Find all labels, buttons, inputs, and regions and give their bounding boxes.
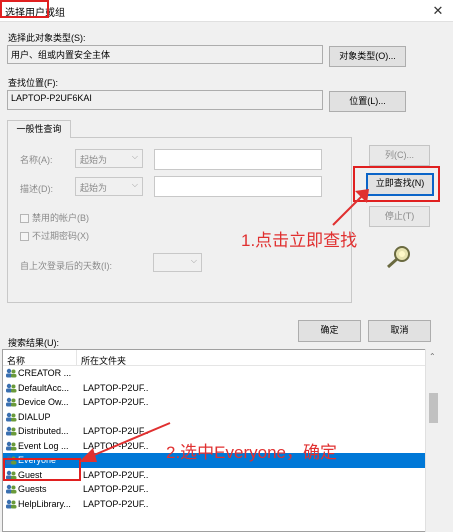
- description-label: 描述(D):: [20, 184, 53, 194]
- chevron-down-icon: ⌵: [131, 180, 138, 189]
- result-name: DIALUP: [18, 411, 51, 422]
- locations-button[interactable]: 位置(L)...: [329, 91, 406, 112]
- chevron-up-icon[interactable]: ⌃: [429, 352, 436, 361]
- description-input[interactable]: [154, 176, 322, 197]
- result-name: Device Ow...: [18, 397, 69, 407]
- title-highlight-box: [0, 0, 49, 18]
- result-row[interactable]: CREATOR ...: [3, 366, 426, 381]
- annotation-step-2: 2.选中Everyone，确定: [166, 443, 337, 462]
- column-divider: [76, 350, 77, 366]
- user-group-icon: [6, 499, 17, 508]
- result-name: Guests: [18, 484, 47, 494]
- result-row[interactable]: HelpLibrary... LAPTOP-P2UF...: [3, 497, 426, 512]
- result-folder: LAPTOP-P2UF...: [83, 382, 149, 393]
- result-name: Distributed...: [18, 426, 69, 436]
- result-folder: LAPTOP-P2UF...: [83, 397, 149, 407]
- results-scrollbar[interactable]: ⌃: [425, 349, 440, 532]
- user-group-icon: [6, 383, 17, 392]
- user-group-icon: [6, 397, 17, 407]
- disabled-accounts-checkbox[interactable]: 禁用的帐户(B): [20, 211, 89, 224]
- name-label: 名称(A):: [20, 155, 53, 165]
- user-group-icon: [6, 412, 17, 421]
- non-expiring-password-label: 不过期密码(X): [32, 231, 89, 241]
- result-name: CREATOR ...: [18, 368, 72, 378]
- disabled-accounts-label: 禁用的帐户(B): [32, 213, 89, 223]
- user-group-icon: [6, 484, 17, 494]
- name-input[interactable]: [154, 149, 322, 170]
- description-mode-select[interactable]: 起始为 ⌵: [75, 177, 143, 196]
- result-name: Event Log ...: [18, 440, 69, 451]
- result-folder: LAPTOP-P2UF...: [83, 498, 149, 509]
- checkbox-box: [20, 232, 29, 242]
- annotation-arrow-1: [332, 189, 369, 226]
- name-mode-select[interactable]: 起始为 ⌵: [75, 149, 143, 168]
- chevron-down-icon: ⌵: [131, 152, 138, 161]
- user-group-icon: [6, 368, 17, 378]
- name-mode-value: 起始为: [80, 155, 108, 165]
- object-type-label: 选择此对象类型(S):: [8, 33, 86, 43]
- close-button[interactable]: ✕: [429, 2, 447, 20]
- location-label: 查找位置(F):: [8, 78, 58, 88]
- object-types-button[interactable]: 对象类型(O)...: [329, 46, 406, 67]
- result-row[interactable]: DIALUP: [3, 410, 426, 425]
- tab-general-query[interactable]: 一般性查询: [7, 120, 71, 138]
- everyone-highlight-box: [3, 458, 81, 481]
- result-name: DefaultAcc...: [18, 382, 70, 393]
- result-row[interactable]: Guests LAPTOP-P2UF...: [3, 482, 426, 497]
- user-group-icon: [6, 426, 17, 436]
- object-type-field: 用户、组或内置安全主体: [7, 45, 323, 64]
- result-row[interactable]: Device Ow... LAPTOP-P2UF...: [3, 395, 426, 410]
- result-folder: LAPTOP-P2UF...: [83, 469, 149, 480]
- cancel-button[interactable]: 取消: [368, 320, 431, 342]
- non-expiring-password-checkbox[interactable]: 不过期密码(X): [20, 229, 89, 242]
- annotation-arrow-2: [79, 422, 171, 462]
- stop-button[interactable]: 停止(T): [369, 206, 430, 227]
- days-since-login-label: 自上次登录后的天数(I):: [20, 261, 112, 271]
- description-mode-value: 起始为: [80, 183, 108, 193]
- chevron-down-icon: ⌵: [190, 256, 197, 265]
- user-group-icon: [6, 441, 17, 450]
- result-row[interactable]: DefaultAcc... LAPTOP-P2UF...: [3, 381, 426, 396]
- search-results-label: 搜索结果(U):: [8, 338, 59, 348]
- result-row[interactable]: Distributed... LAPTOP-P2UF...: [3, 424, 426, 439]
- checkbox-box: [20, 214, 29, 224]
- ok-button[interactable]: 确定: [298, 320, 361, 342]
- title-bar: [0, 0, 453, 22]
- result-name: HelpLibrary...: [18, 498, 71, 509]
- days-since-login-select[interactable]: ⌵: [153, 253, 202, 272]
- search-icon: [387, 246, 410, 269]
- results-header: 名称 所在文件夹: [3, 350, 439, 366]
- columns-button[interactable]: 列(C)...: [369, 145, 430, 166]
- scrollbar-thumb[interactable]: [429, 393, 438, 423]
- location-field: LAPTOP-P2UF6KAI: [7, 90, 323, 110]
- result-folder: LAPTOP-P2UF...: [83, 484, 149, 494]
